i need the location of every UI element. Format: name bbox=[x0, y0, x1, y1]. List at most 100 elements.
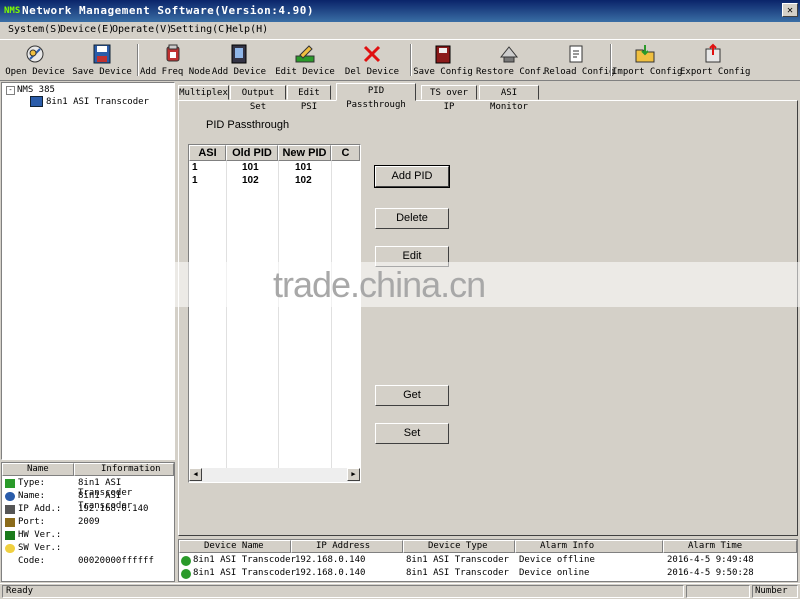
info-key: IP Add.: bbox=[18, 504, 62, 514]
del-device-label: Del Device bbox=[344, 67, 400, 77]
save-device-icon bbox=[93, 44, 111, 64]
info-key: SW Ver.: bbox=[18, 543, 62, 553]
alarm-row[interactable]: 8in1 ASI Transcoder 192.168.0.140 8in1 A… bbox=[179, 555, 797, 567]
reload-config-button[interactable]: Reload Config bbox=[544, 40, 615, 80]
add-device-label: Add Device bbox=[211, 67, 267, 77]
export-config-button[interactable]: Export Config bbox=[680, 40, 750, 80]
info-key: Name: bbox=[18, 491, 46, 501]
device-status-icon bbox=[181, 569, 191, 579]
tree-root-label: NMS 385 bbox=[17, 85, 55, 95]
info-row-sw: SW Ver.: bbox=[2, 543, 174, 555]
type-icon bbox=[5, 479, 15, 488]
alarm-header-alarm-info[interactable]: Alarm Info bbox=[515, 540, 663, 553]
export-config-icon bbox=[705, 43, 721, 63]
alarm-list[interactable]: Device Name IP Address Device Type Alarm… bbox=[178, 539, 798, 582]
scroll-left-arrow-icon[interactable]: ◀ bbox=[189, 468, 202, 481]
alarm-device-name: 8in1 ASI Transcoder bbox=[193, 555, 296, 565]
info-value: 2009 bbox=[78, 517, 100, 527]
alarm-ip: 192.168.0.140 bbox=[295, 568, 366, 578]
add-device-button[interactable]: Add Device bbox=[208, 40, 270, 80]
save-device-button[interactable]: Save Device bbox=[70, 40, 134, 80]
tree-item-transcoder[interactable]: 8in1 ASI Transcoder bbox=[30, 96, 149, 107]
pid-passthrough-title: PID Passthrough bbox=[206, 119, 290, 131]
cell-old-pid: 102 bbox=[242, 175, 259, 186]
close-window-button[interactable]: ✕ bbox=[782, 3, 798, 17]
alarm-header-alarm-time[interactable]: Alarm Time bbox=[663, 540, 797, 553]
save-config-label: Save Config bbox=[413, 67, 473, 77]
info-row-port: Port: 2009 bbox=[2, 517, 174, 529]
column-divider bbox=[331, 161, 332, 471]
alarm-device-type: 8in1 ASI Transcoder bbox=[406, 568, 509, 578]
alarm-ip: 192.168.0.140 bbox=[295, 555, 366, 565]
alarm-device-name: 8in1 ASI Transcoder bbox=[193, 568, 296, 578]
scroll-right-arrow-icon[interactable]: ▶ bbox=[347, 468, 360, 481]
pid-table[interactable]: ASI Old PID New PID C 1 101 101 1 102 10… bbox=[188, 144, 361, 483]
menu-setting[interactable]: Setting(C) bbox=[170, 24, 230, 35]
alarm-info: Device offline bbox=[519, 555, 595, 565]
alarm-header-ip-address[interactable]: IP Address bbox=[291, 540, 403, 553]
tab-pid-passthrough[interactable]: PID Passthrough bbox=[336, 83, 416, 110]
alarm-header-device-type[interactable]: Device Type bbox=[403, 540, 515, 553]
cell-new-pid: 102 bbox=[295, 175, 312, 186]
tab-edit-psi[interactable]: Edit PSI bbox=[287, 85, 331, 112]
info-header-information[interactable]: Information bbox=[74, 463, 174, 476]
get-button[interactable]: Get bbox=[375, 385, 449, 406]
tab-multiplex[interactable]: Multiplex bbox=[178, 85, 229, 100]
edit-device-label: Edit Device bbox=[275, 67, 335, 77]
menu-system[interactable]: System(S) bbox=[8, 24, 62, 35]
tab-output-set[interactable]: Output Set bbox=[230, 85, 286, 112]
open-device-label: Open Device bbox=[5, 67, 65, 77]
tab-asi-monitor[interactable]: ASI Monitor bbox=[479, 85, 539, 112]
column-header-c[interactable]: C bbox=[331, 145, 360, 161]
add-pid-button[interactable]: Add PID bbox=[374, 165, 450, 188]
save-config-button[interactable]: Save Config bbox=[412, 40, 474, 80]
edit-device-button[interactable]: Edit Device bbox=[274, 40, 336, 80]
title-bar[interactable]: NMS Network Management Software(Version:… bbox=[0, 0, 800, 22]
menu-operate[interactable]: Operate(V) bbox=[112, 24, 172, 35]
alarm-row[interactable]: 8in1 ASI Transcoder 192.168.0.140 8in1 A… bbox=[179, 568, 797, 580]
restore-config-button[interactable]: Restore Conf. bbox=[476, 40, 546, 80]
info-key: Port: bbox=[18, 517, 46, 527]
watermark-text: trade.china.cn bbox=[273, 264, 486, 305]
port-icon bbox=[5, 518, 15, 527]
add-freq-node-button[interactable]: Add Freq Node bbox=[140, 40, 210, 80]
ip-address-icon bbox=[5, 505, 15, 514]
app-icon: NMS bbox=[4, 6, 21, 16]
reload-config-label: Reload Config bbox=[544, 67, 615, 77]
alarm-time: 2016-4-5 9:50:28 bbox=[667, 568, 754, 578]
tree-root[interactable]: - NMS 385 bbox=[6, 85, 55, 95]
open-device-button[interactable]: Open Device bbox=[2, 40, 68, 80]
reload-config-icon bbox=[569, 45, 583, 63]
add-device-icon bbox=[231, 44, 247, 64]
cell-asi: 1 bbox=[192, 175, 198, 186]
device-status-icon bbox=[181, 556, 191, 566]
info-header-name[interactable]: Name bbox=[2, 463, 74, 476]
column-divider bbox=[226, 161, 227, 471]
delete-button[interactable]: Delete bbox=[375, 208, 449, 229]
info-row-type: Type: 8in1 ASI Transcoder bbox=[2, 478, 174, 498]
name-icon bbox=[5, 492, 15, 501]
info-row-name: Name: 8in1 ASI Transcoder bbox=[2, 491, 174, 511]
main-window: NMS Network Management Software(Version:… bbox=[0, 0, 800, 599]
set-button[interactable]: Set bbox=[375, 423, 449, 444]
collapse-icon[interactable]: - bbox=[6, 86, 15, 95]
del-device-button[interactable]: Del Device bbox=[342, 40, 402, 80]
info-value: 00020000ffffff bbox=[78, 556, 154, 566]
column-header-asi[interactable]: ASI bbox=[189, 145, 226, 161]
menu-device[interactable]: Device(E) bbox=[60, 24, 114, 35]
column-header-new-pid[interactable]: New PID bbox=[278, 145, 331, 161]
add-freq-node-icon bbox=[166, 44, 180, 62]
import-config-icon bbox=[635, 45, 655, 63]
info-key: Code: bbox=[18, 556, 46, 566]
alarm-header-device-name[interactable]: Device Name bbox=[179, 540, 291, 553]
info-row-ip: IP Add.: 192.168.0.140 bbox=[2, 504, 174, 516]
device-tree[interactable]: - NMS 385 8in1 ASI Transcoder bbox=[1, 82, 175, 460]
device-info-panel: Name Information Type: 8in1 ASI Transcode… bbox=[1, 462, 175, 582]
hardware-icon bbox=[5, 531, 15, 540]
import-config-button[interactable]: Import Config bbox=[612, 40, 682, 80]
toolbar-separator bbox=[137, 44, 139, 76]
horizontal-scrollbar[interactable]: ◀ ▶ bbox=[189, 468, 360, 482]
column-header-old-pid[interactable]: Old PID bbox=[226, 145, 278, 161]
tab-ts-over-ip[interactable]: TS over IP bbox=[421, 85, 477, 112]
menu-help[interactable]: Help(H) bbox=[226, 24, 268, 35]
